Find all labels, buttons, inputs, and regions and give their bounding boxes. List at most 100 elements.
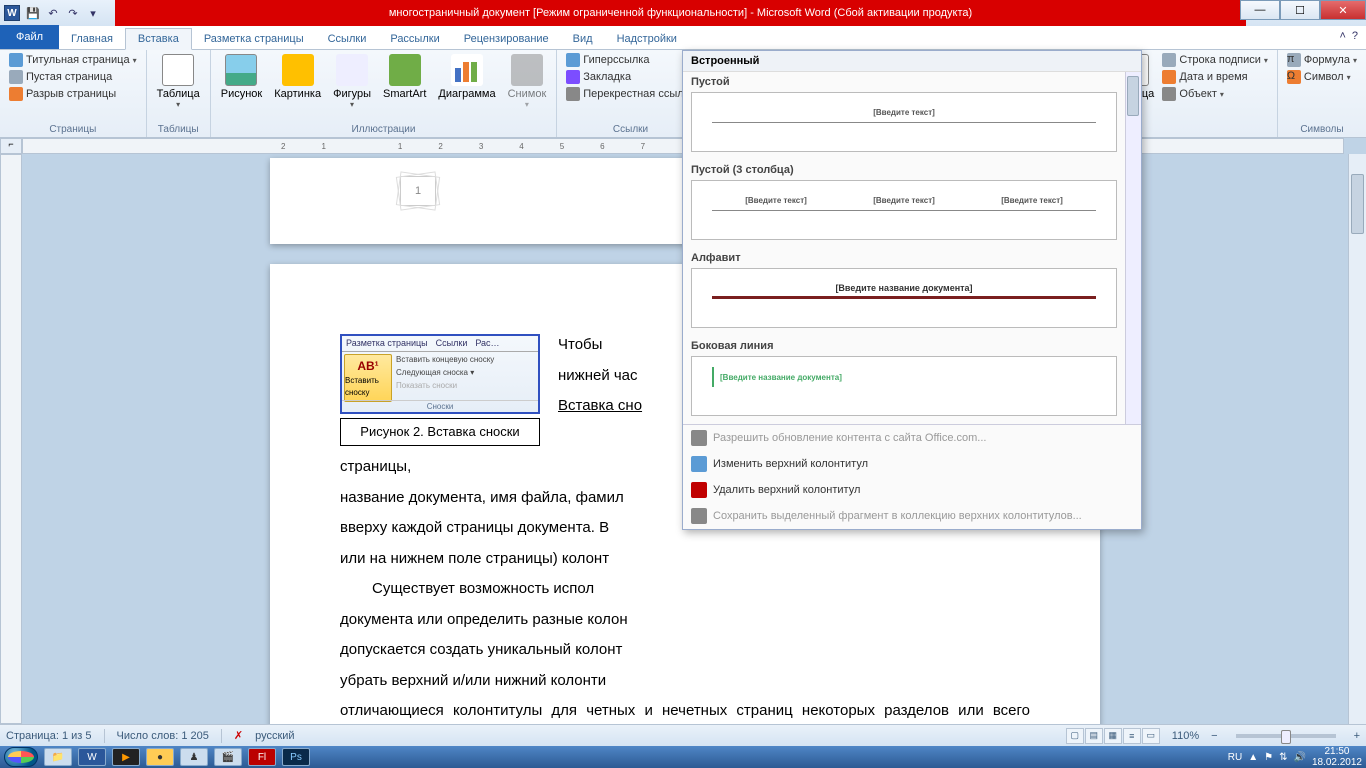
body-text: убрать верхний и/или нижний колонти xyxy=(340,670,1030,693)
qat-save-icon[interactable]: 💾 xyxy=(24,4,42,22)
header-gallery-dropdown: Встроенный Пустой [Введите текст] Пустой… xyxy=(682,50,1142,530)
taskbar-explorer-icon[interactable]: 📁 xyxy=(44,748,72,766)
taskbar-mpc-icon[interactable]: 🎬 xyxy=(214,748,242,766)
help-icon[interactable]: ? xyxy=(1352,30,1358,42)
taskbar-aimp-icon[interactable]: ▶ xyxy=(112,748,140,766)
signature-line-button[interactable]: Строка подписи xyxy=(1159,52,1270,68)
taskbar-flash-icon[interactable]: Fl xyxy=(248,748,276,766)
tab-insert[interactable]: Вставка xyxy=(125,28,192,50)
tray-network-icon[interactable]: ⇅ xyxy=(1279,752,1287,763)
scrollbar-thumb[interactable] xyxy=(1351,174,1364,234)
qat-customize-icon[interactable]: ▾ xyxy=(84,4,102,22)
status-proofing-icon[interactable]: ✗ xyxy=(234,729,243,742)
gallery-item-label: Пустой (3 столбца) xyxy=(683,160,1125,178)
close-button[interactable]: ✕ xyxy=(1320,0,1366,20)
gallery-scroll[interactable]: Пустой [Введите текст] Пустой (3 столбца… xyxy=(683,72,1141,424)
gallery-item-label: Алфавит xyxy=(683,248,1125,266)
qat-redo-icon[interactable]: ↷ xyxy=(64,4,82,22)
object-button[interactable]: Объект xyxy=(1159,86,1270,102)
cross-ref-button[interactable]: Перекрестная ссылка xyxy=(563,86,698,102)
gallery-scrollbar[interactable] xyxy=(1125,72,1141,424)
gallery-action-edit-header[interactable]: Изменить верхний колонтитул xyxy=(683,451,1141,477)
body-text: Чтобы xyxy=(558,336,602,353)
minimize-ribbon-icon[interactable]: ˄ xyxy=(1339,30,1345,42)
tray-flag-icon[interactable]: ▲ xyxy=(1248,752,1258,763)
blank-page-button[interactable]: Пустая страница xyxy=(6,69,140,85)
zoom-out-button[interactable]: − xyxy=(1211,730,1217,742)
bookmark-button[interactable]: Закладка xyxy=(563,69,698,85)
tray-action-center-icon[interactable]: ⚑ xyxy=(1264,752,1273,763)
tray-language[interactable]: RU xyxy=(1228,752,1242,763)
minimize-button[interactable]: — xyxy=(1240,0,1280,20)
date-time-button[interactable]: Дата и время xyxy=(1159,69,1270,85)
tab-file[interactable]: Файл xyxy=(0,25,59,49)
gallery-item-label: Боковая линия xyxy=(683,336,1125,354)
maximize-button[interactable]: ☐ xyxy=(1280,0,1320,20)
cross-ref-icon xyxy=(566,87,580,101)
gallery-scrollbar-thumb[interactable] xyxy=(1127,76,1139,116)
view-web-icon[interactable]: ▦ xyxy=(1104,728,1122,744)
group-label-illustrations: Иллюстрации xyxy=(217,122,551,137)
cover-page-button[interactable]: Титульная страница xyxy=(6,52,140,68)
taskbar-photoshop-icon[interactable]: Ps xyxy=(282,748,310,766)
qat-undo-icon[interactable]: ↶ xyxy=(44,4,62,22)
clipart-button[interactable]: Картинка xyxy=(270,52,325,102)
group-label-links: Ссылки xyxy=(563,122,698,137)
chart-button[interactable]: Диаграмма xyxy=(434,52,499,102)
vertical-ruler[interactable] xyxy=(0,154,22,724)
equation-button[interactable]: πФормула xyxy=(1284,52,1360,68)
page-break-button[interactable]: Разрыв страницы xyxy=(6,86,140,102)
smartart-icon xyxy=(389,54,421,86)
screenshot-icon xyxy=(511,54,543,86)
tab-mailings[interactable]: Рассылки xyxy=(378,29,451,49)
status-language[interactable]: русский xyxy=(255,730,294,742)
smartart-button[interactable]: SmartArt xyxy=(379,52,430,102)
tray-clock[interactable]: 21:5018.02.2012 xyxy=(1312,746,1362,768)
ruler-corner[interactable]: ⌐ xyxy=(0,138,22,154)
view-outline-icon[interactable]: ≡ xyxy=(1123,728,1141,744)
hyperlink-icon xyxy=(566,53,580,67)
hyperlink-button[interactable]: Гиперссылка xyxy=(563,52,698,68)
gallery-item-blank-3col[interactable]: [Введите текст][Введите текст][Введите т… xyxy=(691,180,1117,240)
tab-review[interactable]: Рецензирование xyxy=(452,29,561,49)
window-controls: — ☐ ✕ xyxy=(1240,0,1366,20)
shapes-button[interactable]: Фигуры xyxy=(329,52,375,111)
picture-button[interactable]: Рисунок xyxy=(217,52,267,102)
tab-addins[interactable]: Надстройки xyxy=(605,29,689,49)
window-title: многостраничный документ [Режим ограниче… xyxy=(115,0,1246,26)
view-print-layout-icon[interactable]: ▢ xyxy=(1066,728,1084,744)
view-fullscreen-icon[interactable]: ▤ xyxy=(1085,728,1103,744)
shapes-icon xyxy=(336,54,368,86)
zoom-level[interactable]: 110% xyxy=(1172,730,1199,742)
taskbar-app5-icon[interactable]: ♟ xyxy=(180,748,208,766)
symbol-button[interactable]: ΩСимвол xyxy=(1284,69,1360,85)
status-page[interactable]: Страница: 1 из 5 xyxy=(6,730,92,742)
table-button[interactable]: Таблица xyxy=(153,52,204,111)
group-label-pages: Страницы xyxy=(6,122,140,137)
view-draft-icon[interactable]: ▭ xyxy=(1142,728,1160,744)
tray-volume-icon[interactable]: 🔊 xyxy=(1293,752,1305,763)
vertical-scrollbar[interactable] xyxy=(1348,154,1366,724)
zoom-in-button[interactable]: + xyxy=(1354,730,1360,742)
taskbar-word-icon[interactable]: W xyxy=(78,748,106,766)
screenshot-button[interactable]: Снимок xyxy=(504,52,551,111)
tab-references[interactable]: Ссылки xyxy=(316,29,379,49)
gallery-item-blank[interactable]: [Введите текст] xyxy=(691,92,1117,152)
gallery-action-remove-header[interactable]: Удалить верхний колонтитул xyxy=(683,477,1141,503)
body-text: отличающиеся колонтитулы для четных и не… xyxy=(340,700,1030,724)
clipart-icon xyxy=(282,54,314,86)
chart-icon xyxy=(451,54,483,86)
gallery-item-label: Пустой xyxy=(683,72,1125,90)
app-icon: W xyxy=(4,5,20,21)
tab-view[interactable]: Вид xyxy=(561,29,605,49)
zoom-slider[interactable] xyxy=(1236,734,1336,738)
tab-home[interactable]: Главная xyxy=(59,29,125,49)
start-button[interactable] xyxy=(4,747,38,767)
object-icon xyxy=(1162,87,1176,101)
tab-page-layout[interactable]: Разметка страницы xyxy=(192,29,316,49)
status-word-count[interactable]: Число слов: 1 205 xyxy=(117,730,209,742)
gallery-item-alphabet[interactable]: [Введите название документа] xyxy=(691,268,1117,328)
gallery-item-sideline[interactable]: [Введите название документа] xyxy=(691,356,1117,416)
group-label-symbols: Символы xyxy=(1284,122,1360,137)
taskbar-chrome-icon[interactable]: ● xyxy=(146,748,174,766)
